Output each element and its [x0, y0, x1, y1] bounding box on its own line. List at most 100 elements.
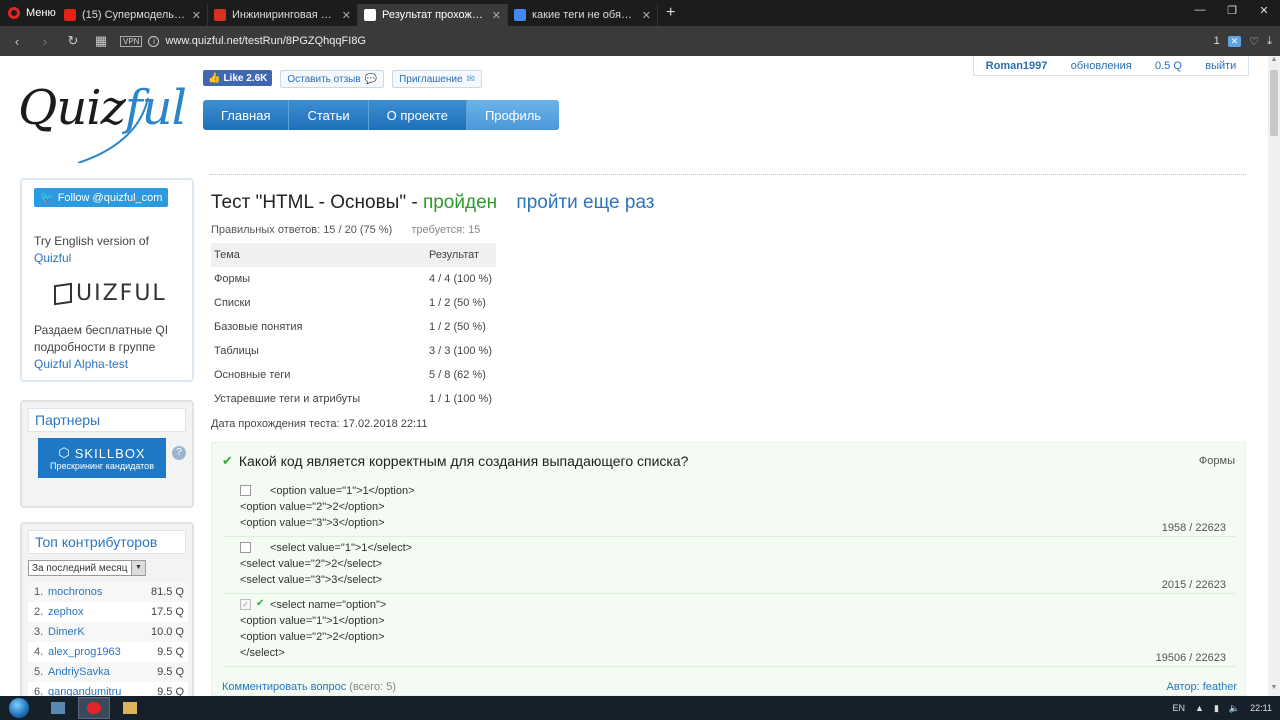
- browser-tabbar: Меню (15) Супермодель по-укр✕Инжиниринго…: [0, 0, 1280, 26]
- contributor-score: 9.5 Q: [157, 666, 184, 678]
- divider: [210, 174, 1246, 175]
- taskbar-explorer[interactable]: [114, 697, 146, 719]
- browser-tab[interactable]: какие теги не обязатель ✕: [508, 4, 658, 26]
- contributor-name[interactable]: gangandumitru: [48, 686, 157, 696]
- page-scrollbar[interactable]: ▲ ▼: [1268, 56, 1280, 696]
- url-text[interactable]: www.quizful.net/testRun/8PGZQhqqFI8G: [165, 35, 366, 47]
- help-icon[interactable]: ?: [172, 446, 186, 460]
- twitter-follow-button[interactable]: 🐦 Follow @quizful_com: [34, 188, 169, 207]
- quizful-logo[interactable]: Quizful: [18, 68, 198, 163]
- main-nav: Главная Статьи О проекте Профиль: [203, 100, 560, 130]
- answer-checkbox[interactable]: [240, 485, 251, 496]
- english-version-text: Try English version of Quizful: [34, 233, 180, 267]
- feedback-label: Оставить отзыв: [287, 73, 361, 85]
- contributor-name[interactable]: zephox: [48, 606, 151, 618]
- invite-button[interactable]: Приглашение ✉: [392, 70, 482, 88]
- language-indicator[interactable]: EN: [1173, 703, 1186, 713]
- scroll-down-icon[interactable]: ▼: [1268, 684, 1280, 696]
- maximize-icon[interactable]: ❐: [1216, 0, 1248, 20]
- reload-icon[interactable]: ↻: [64, 33, 82, 49]
- clock[interactable]: 22:11: [1250, 703, 1272, 713]
- speed-dial-icon[interactable]: ▦: [92, 33, 110, 49]
- logout-link[interactable]: выйти: [1205, 60, 1236, 72]
- quizful-english-logo[interactable]: UIZFUL: [54, 281, 180, 306]
- contributor-name[interactable]: DimerK: [48, 626, 151, 638]
- answer-code-line: <select value="2">2</select>: [240, 558, 383, 570]
- retry-link[interactable]: пройти еще раз: [516, 192, 654, 213]
- taskbar-keyboard[interactable]: [42, 697, 74, 719]
- start-button[interactable]: [0, 696, 38, 720]
- fb-like-label: Like 2.6K: [223, 72, 268, 84]
- nav-about[interactable]: О проекте: [369, 100, 467, 130]
- contributor-rank: 4.: [34, 646, 44, 658]
- browser-tab[interactable]: Инжиниринговая школа ✕: [208, 4, 358, 26]
- contributor-row: 3. DimerK 10.0 Q: [28, 622, 188, 642]
- skillbox-sub: Прескрининг кандидатов: [50, 461, 154, 471]
- result-cell: 1 / 2 (50 %): [429, 297, 486, 309]
- scroll-thumb[interactable]: [1270, 70, 1278, 136]
- twitter-bird-icon: 🐦: [40, 192, 54, 204]
- results-row: Таблицы 3 / 3 (100 %): [211, 339, 496, 363]
- close-tab-icon[interactable]: ✕: [492, 9, 501, 22]
- test-date: Дата прохождения теста: 17.02.2018 22:11: [211, 418, 428, 430]
- topic-cell: Формы: [214, 273, 251, 285]
- cube-icon: [54, 282, 72, 305]
- ad-block-icon[interactable]: ✕: [1227, 35, 1242, 47]
- close-tab-icon[interactable]: ✕: [192, 9, 201, 22]
- invite-text: Раздаем бесплатные QI подробности в груп…: [34, 323, 169, 354]
- bookmark-heart-icon[interactable]: ♡: [1249, 35, 1259, 48]
- period-value: За последний месяц: [32, 562, 128, 574]
- close-icon[interactable]: ✕: [1248, 0, 1280, 20]
- close-tab-icon[interactable]: ✕: [342, 9, 351, 22]
- minimize-icon[interactable]: —: [1184, 0, 1216, 20]
- alpha-test-link[interactable]: Quizful Alpha-test: [34, 357, 128, 371]
- fb-like-button[interactable]: 👍 Like 2.6K: [203, 70, 273, 86]
- browser-menu-button[interactable]: Меню: [0, 0, 58, 26]
- english-link[interactable]: Quizful: [34, 251, 71, 265]
- favicon-icon: [364, 9, 376, 21]
- updates-link[interactable]: обновления: [1071, 60, 1132, 72]
- new-tab-button[interactable]: +: [666, 4, 675, 22]
- skillbox-banner[interactable]: ⬡ SKILLBOX Прескрининг кандидатов: [38, 438, 166, 478]
- period-select[interactable]: За последний месяц ▼: [28, 560, 146, 576]
- keyboard-icon: [51, 702, 65, 714]
- answer-stat: 19506 / 22623: [1155, 652, 1226, 664]
- close-tab-icon[interactable]: ✕: [642, 9, 651, 22]
- answer-checkbox[interactable]: ✓: [240, 599, 251, 610]
- answer-checkbox[interactable]: [240, 542, 251, 553]
- network-icon[interactable]: ▮: [1214, 703, 1219, 714]
- vpn-badge[interactable]: VPN: [120, 35, 143, 47]
- contributor-name[interactable]: AndriySavka: [48, 666, 157, 678]
- contributor-name[interactable]: alex_prog1963: [48, 646, 157, 658]
- nav-home[interactable]: Главная: [203, 100, 290, 130]
- user-bar: Roman1997 обновления 0.5 Q выйти: [973, 56, 1249, 76]
- username-link[interactable]: Roman1997: [986, 60, 1048, 72]
- nav-profile[interactable]: Профиль: [466, 100, 560, 130]
- nav-articles[interactable]: Статьи: [289, 100, 369, 130]
- folder-icon: [123, 702, 137, 714]
- required-answers: требуется: 15: [411, 224, 481, 236]
- contributor-name[interactable]: mochronos: [48, 586, 151, 598]
- feedback-button[interactable]: Оставить отзыв 💬: [280, 70, 385, 88]
- tray-arrow-icon[interactable]: ▲: [1195, 703, 1204, 713]
- forward-icon[interactable]: ›: [36, 34, 54, 49]
- sidebar-promo-box: 🐦 Follow @quizful_com Try English version…: [20, 178, 194, 382]
- site-info-icon[interactable]: i: [148, 35, 160, 47]
- partners-title: Партнеры: [28, 408, 186, 432]
- download-icon[interactable]: ⤓: [1267, 35, 1272, 48]
- volume-icon[interactable]: 🔈: [1229, 703, 1240, 714]
- menu-label: Меню: [26, 7, 56, 19]
- windows-taskbar: EN ▲ ▮ 🔈 22:11: [0, 696, 1280, 720]
- chevron-down-icon[interactable]: ▼: [131, 561, 145, 575]
- author-link[interactable]: feather: [1203, 681, 1237, 693]
- browser-tab[interactable]: (15) Супермодель по-укр ✕: [58, 4, 208, 26]
- browser-tab[interactable]: Результат прохождения т ✕: [358, 4, 508, 26]
- back-icon[interactable]: ‹: [8, 34, 26, 49]
- scroll-up-icon[interactable]: ▲: [1268, 56, 1280, 68]
- taskbar-opera[interactable]: [78, 697, 110, 719]
- url-field[interactable]: VPN i www.quizful.net/testRun/8PGZQhqqFI…: [120, 30, 1204, 52]
- comment-question-link[interactable]: Комментировать вопрос: [222, 681, 346, 693]
- top-contributors-title: Топ контрибуторов: [28, 530, 186, 554]
- q-balance[interactable]: 0.5 Q: [1155, 60, 1182, 72]
- speech-bubble-icon: 💬: [364, 73, 378, 85]
